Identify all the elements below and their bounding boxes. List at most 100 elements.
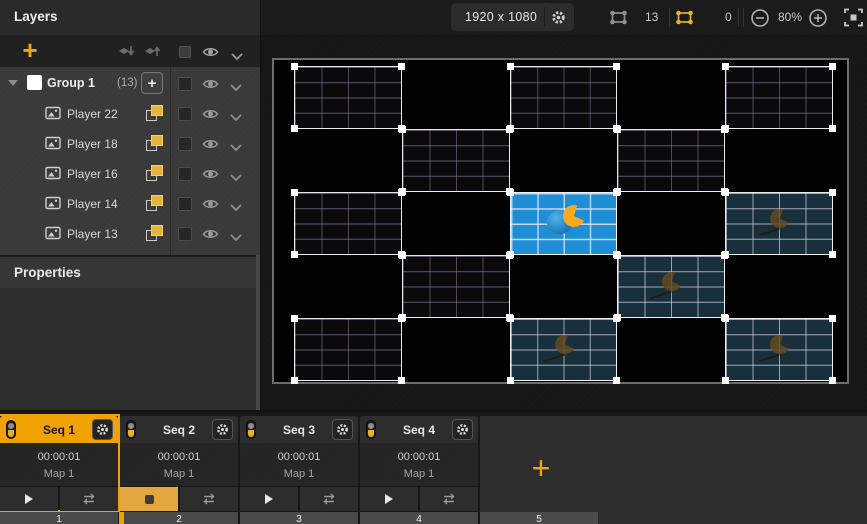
quad-corner-handle[interactable]	[397, 189, 405, 196]
quad-corner-handle[interactable]	[614, 252, 622, 259]
sequence-body[interactable]: 00:00:01 Map 1	[120, 443, 238, 486]
sequence-body[interactable]: 00:00:01 Map 1	[0, 443, 118, 486]
quad-corner-handle[interactable]	[397, 315, 405, 322]
player-chevron-icon[interactable]	[230, 109, 242, 127]
mapping-canvas[interactable]	[260, 35, 867, 410]
duplicate-icon[interactable]	[146, 165, 163, 181]
sequence-header[interactable]: Seq 4	[360, 416, 478, 443]
group-state-box[interactable]	[178, 77, 192, 91]
quad-corner-handle[interactable]	[722, 189, 730, 196]
quad-corner-handle[interactable]	[828, 189, 836, 196]
quad-corner-handle[interactable]	[291, 377, 298, 384]
layer-player-row[interactable]: Player 16	[0, 158, 260, 188]
quad-corner-handle[interactable]	[828, 63, 836, 70]
player-state-box[interactable]	[178, 167, 192, 181]
timeline-playhead[interactable]	[119, 512, 124, 524]
player-state-box[interactable]	[178, 227, 192, 241]
quad-corner-handle[interactable]	[722, 377, 730, 384]
quad-corner-handle[interactable]	[291, 125, 298, 132]
quad-corner-handle[interactable]	[291, 189, 298, 196]
sequence-settings-gear-icon[interactable]	[332, 419, 353, 440]
quad-corner-handle[interactable]	[721, 252, 729, 259]
quad-corner-handle[interactable]	[721, 126, 729, 133]
mapping-quad-r5c5[interactable]	[722, 315, 836, 384]
player-chevron-icon[interactable]	[230, 169, 242, 187]
output-resolution-control[interactable]: 1920 x 1080	[451, 3, 574, 31]
quad-corner-handle[interactable]	[722, 315, 730, 322]
group-chevron-icon[interactable]	[230, 79, 242, 97]
sequence-card[interactable]: Seq 3 00:00:01 Map 1	[240, 416, 358, 511]
bring-forward-icon[interactable]	[144, 44, 162, 63]
group-expander-icon[interactable]	[8, 80, 18, 86]
sequence-header[interactable]: Seq 1	[0, 416, 118, 443]
sequence-settings-gear-icon[interactable]	[212, 419, 233, 440]
timeline-segment[interactable]: 1	[0, 512, 118, 524]
mapping-quad-r3c1[interactable]	[291, 189, 405, 258]
mapping-quad-r3c3[interactable]	[506, 189, 621, 258]
state-box-icon[interactable]	[179, 46, 191, 58]
sequence-settings-gear-icon[interactable]	[92, 419, 113, 440]
quad-corner-handle[interactable]	[397, 63, 405, 70]
player-state-box[interactable]	[178, 137, 192, 151]
play-stop-button[interactable]	[120, 487, 178, 511]
quad-corner-handle[interactable]	[722, 63, 730, 70]
sequence-settings-gear-icon[interactable]	[452, 419, 473, 440]
layer-player-row[interactable]: Player 14	[0, 188, 260, 218]
zoom-in-icon[interactable]	[808, 8, 828, 33]
quad-corner-handle[interactable]	[828, 125, 836, 132]
play-stop-button[interactable]	[240, 487, 298, 511]
sequence-header[interactable]: Seq 2	[120, 416, 238, 443]
quad-corner-handle[interactable]	[613, 189, 621, 196]
stage[interactable]	[272, 58, 849, 384]
group-checkbox[interactable]	[27, 75, 42, 90]
visibility-eye-icon[interactable]	[202, 45, 219, 63]
mapping-quad-r2c2[interactable]	[398, 126, 513, 195]
player-eye-icon[interactable]	[202, 107, 219, 125]
quad-corner-handle[interactable]	[828, 251, 836, 258]
player-eye-icon[interactable]	[202, 137, 219, 155]
layer-player-row[interactable]: Player 22	[0, 98, 260, 128]
mapping-quad-r4c2[interactable]	[398, 252, 513, 321]
player-eye-icon[interactable]	[202, 227, 219, 245]
quad-corner-handle[interactable]	[613, 63, 621, 70]
sequence-body[interactable]: 00:00:01 Map 1	[360, 443, 478, 486]
layer-player-row[interactable]: Player 13	[0, 218, 260, 248]
mapping-quad-r3c5[interactable]	[722, 189, 836, 258]
timeline-segment[interactable]: 2	[120, 512, 238, 524]
quad-corner-handle[interactable]	[614, 126, 622, 133]
quad-corner-handle[interactable]	[291, 63, 298, 70]
quad-corner-handle[interactable]	[506, 189, 514, 196]
sequence-card[interactable]: Seq 1 00:00:01 Map 1	[0, 416, 118, 511]
mapping-quad-r1c1[interactable]	[291, 63, 405, 132]
mapping-quad-r5c3[interactable]	[506, 315, 621, 384]
loop-button[interactable]	[300, 487, 358, 511]
fit-to-screen-icon[interactable]	[844, 8, 863, 32]
group-eye-icon[interactable]	[202, 77, 219, 95]
quad-corner-handle[interactable]	[398, 126, 406, 133]
mapping-quad-r1c5[interactable]	[722, 63, 836, 132]
player-chevron-icon[interactable]	[230, 199, 242, 217]
play-stop-button[interactable]	[0, 487, 58, 511]
player-chevron-icon[interactable]	[230, 139, 242, 157]
mapping-quad-r4c4[interactable]	[614, 252, 729, 321]
mapping-quad-r1c3[interactable]	[506, 63, 621, 132]
quad-corner-handle[interactable]	[828, 315, 836, 322]
mapping-quad-r2c4[interactable]	[614, 126, 729, 195]
player-state-box[interactable]	[178, 107, 192, 121]
quad-corner-handle[interactable]	[613, 377, 621, 384]
timeline-segment[interactable]: 5	[480, 512, 598, 524]
timeline-segment[interactable]: 3	[240, 512, 358, 524]
group-add-button[interactable]: +	[141, 72, 163, 94]
quad-corner-handle[interactable]	[828, 377, 836, 384]
duplicate-icon[interactable]	[146, 195, 163, 211]
loop-button[interactable]	[60, 487, 118, 511]
player-eye-icon[interactable]	[202, 197, 219, 215]
duplicate-icon[interactable]	[146, 135, 163, 151]
quad-corner-handle[interactable]	[398, 252, 406, 259]
loop-button[interactable]	[420, 487, 478, 511]
quad-corner-handle[interactable]	[506, 315, 514, 322]
player-state-box[interactable]	[178, 197, 192, 211]
add-sequence-button[interactable]: +	[524, 452, 558, 485]
quad-corner-handle[interactable]	[397, 377, 405, 384]
sequence-header[interactable]: Seq 3	[240, 416, 358, 443]
